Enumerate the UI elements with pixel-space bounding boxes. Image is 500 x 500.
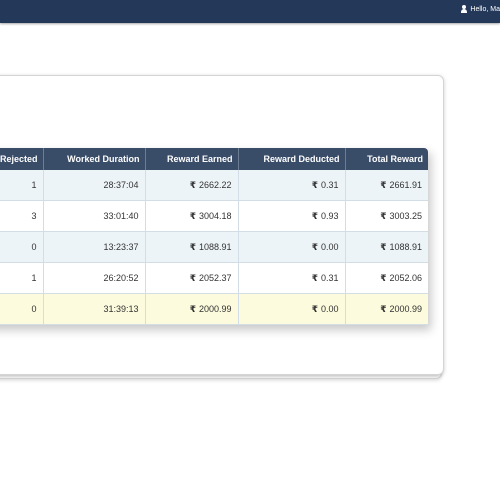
rupee-icon: ₹ <box>189 210 196 221</box>
cell-rejected: 1 <box>0 262 44 294</box>
cell-reward-earned: ₹1088.91 <box>145 231 239 263</box>
cell-total-reward: ₹3003.25 <box>345 200 428 232</box>
table-row[interactable]: 1 28:37:04 ₹2662.22 ₹0.31 ₹2661.91 <box>0 170 428 201</box>
cell-total-reward: ₹2661.91 <box>345 170 428 201</box>
table-header-row: Rejected Worked Duration Reward Earned R… <box>0 148 428 170</box>
cell-reward-deducted: ₹0.00 <box>238 293 346 325</box>
cell-worked-duration: 28:37:04 <box>43 170 146 201</box>
user-menu[interactable]: Hello, Ma <box>461 5 500 13</box>
column-header-rejected[interactable]: Rejected <box>0 148 44 170</box>
cell-rejected: 0 <box>0 293 44 325</box>
cell-total-reward: ₹2052.06 <box>345 262 428 294</box>
cell-total-reward: ₹2000.99 <box>345 293 428 325</box>
rupee-icon: ₹ <box>380 210 387 221</box>
cell-worked-duration: 33:01:40 <box>43 200 146 232</box>
rupee-icon: ₹ <box>189 303 196 314</box>
column-header-total-reward[interactable]: Total Reward <box>345 148 428 170</box>
rewards-table-container: Rejected Worked Duration Reward Earned R… <box>0 148 428 325</box>
rupee-icon: ₹ <box>311 303 318 314</box>
table-row[interactable]: 0 13:23:37 ₹1088.91 ₹0.00 ₹1088.91 <box>0 231 428 263</box>
cell-reward-deducted: ₹0.00 <box>238 231 346 263</box>
table-row[interactable]: 1 26:20:52 ₹2052.37 ₹0.31 ₹2052.06 <box>0 262 428 294</box>
cell-total-reward: ₹1088.91 <box>345 231 428 263</box>
rupee-icon: ₹ <box>380 241 387 252</box>
rupee-icon: ₹ <box>311 241 318 252</box>
cell-worked-duration: 26:20:52 <box>43 262 146 294</box>
rupee-icon: ₹ <box>311 272 318 283</box>
cell-reward-earned: ₹2662.22 <box>145 170 239 201</box>
table-row[interactable]: 3 33:01:40 ₹3004.18 ₹0.93 ₹3003.25 <box>0 200 428 232</box>
cell-rejected: 1 <box>0 170 44 201</box>
table-row-highlighted[interactable]: 0 31:39:13 ₹2000.99 ₹0.00 ₹2000.99 <box>0 293 428 325</box>
top-navbar: Hello, Ma <box>0 0 500 23</box>
rupee-icon: ₹ <box>311 179 318 190</box>
rewards-table: Rejected Worked Duration Reward Earned R… <box>0 148 428 325</box>
rupee-icon: ₹ <box>189 241 196 252</box>
column-header-worked-duration[interactable]: Worked Duration <box>43 148 146 170</box>
rupee-icon: ₹ <box>380 272 387 283</box>
cell-reward-deducted: ₹0.93 <box>238 200 346 232</box>
rupee-icon: ₹ <box>380 179 387 190</box>
cell-rejected: 3 <box>0 200 44 232</box>
rupee-icon: ₹ <box>189 272 196 283</box>
cell-reward-earned: ₹2000.99 <box>145 293 239 325</box>
rupee-icon: ₹ <box>380 303 387 314</box>
rupee-icon: ₹ <box>189 179 196 190</box>
cell-reward-earned: ₹2052.37 <box>145 262 239 294</box>
greeting-text: Hello, Ma <box>470 5 500 13</box>
column-header-reward-deducted[interactable]: Reward Deducted <box>238 148 346 170</box>
cell-reward-earned: ₹3004.18 <box>145 200 239 232</box>
cell-worked-duration: 31:39:13 <box>43 293 146 325</box>
cell-rejected: 0 <box>0 231 44 263</box>
cell-worked-duration: 13:23:37 <box>43 231 146 263</box>
cell-reward-deducted: ₹0.31 <box>238 170 346 201</box>
rupee-icon: ₹ <box>311 210 318 221</box>
user-icon <box>461 5 468 13</box>
cell-reward-deducted: ₹0.31 <box>238 262 346 294</box>
column-header-reward-earned[interactable]: Reward Earned <box>145 148 239 170</box>
